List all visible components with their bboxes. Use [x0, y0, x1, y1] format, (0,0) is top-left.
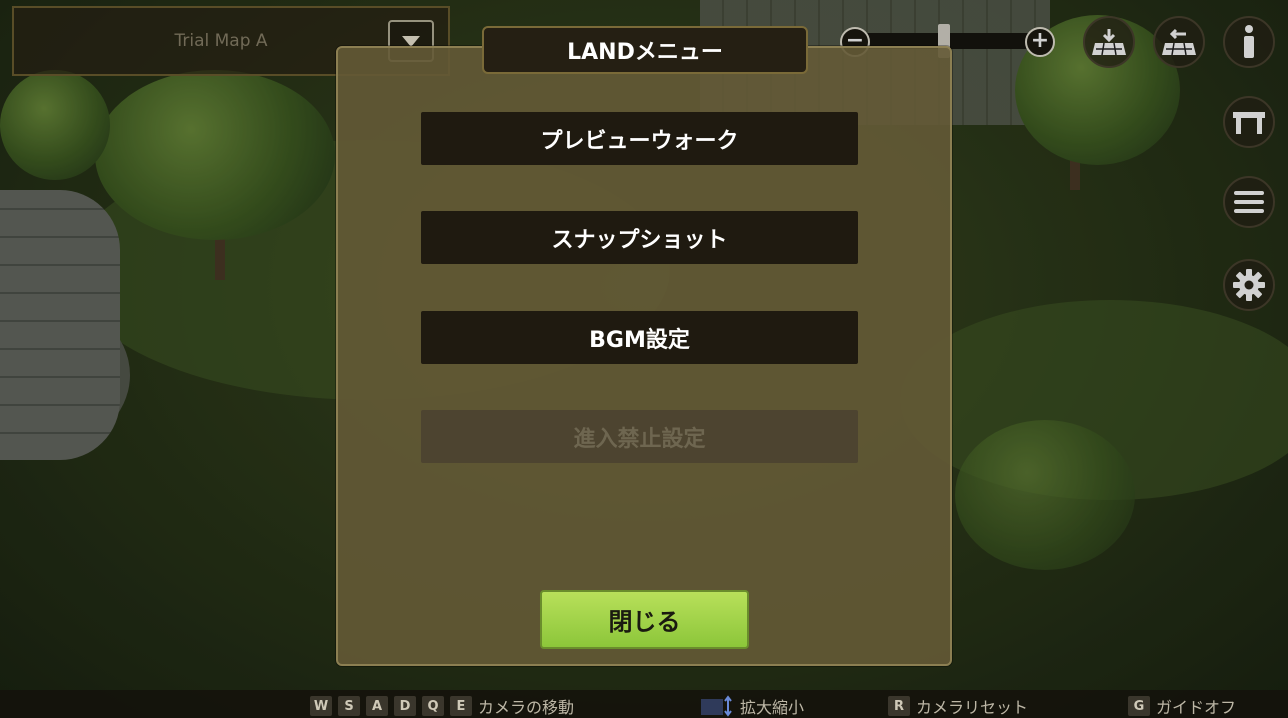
guide-off-label: ガイドオフ — [1156, 698, 1237, 717]
key-g: G — [1128, 696, 1150, 716]
key-e: E — [450, 696, 472, 716]
bgm-settings-button[interactable]: BGM設定 — [421, 311, 858, 364]
dialog-title: LANDメニュー — [482, 26, 808, 74]
preview-walk-button[interactable]: プレビューウォーク — [421, 112, 858, 165]
key-q: Q — [422, 696, 444, 716]
camera-move-hint: W S A D Q E カメラの移動 — [310, 694, 574, 718]
guide-off-hint: G ガイドオフ — [1128, 694, 1236, 718]
close-button[interactable]: 閉じる — [540, 590, 749, 649]
camera-reset-label: カメラリセット — [916, 698, 1029, 717]
zoom-hint: 拡大縮小 — [700, 694, 804, 718]
hint-bar: W S A D Q E カメラの移動 拡大縮小 R カメラリセット G ガイドオ… — [0, 690, 1288, 718]
mouse-scroll-icon — [701, 695, 732, 717]
key-s: S — [338, 696, 360, 716]
no-entry-settings-button: 進入禁止設定 — [421, 410, 858, 463]
key-d: D — [394, 696, 416, 716]
key-r: R — [888, 696, 910, 716]
zoom-label: 拡大縮小 — [740, 698, 805, 717]
snapshot-button[interactable]: スナップショット — [421, 211, 858, 264]
key-w: W — [310, 696, 332, 716]
key-a: A — [366, 696, 388, 716]
camera-reset-hint: R カメラリセット — [888, 694, 1028, 718]
camera-move-label: カメラの移動 — [478, 698, 575, 717]
